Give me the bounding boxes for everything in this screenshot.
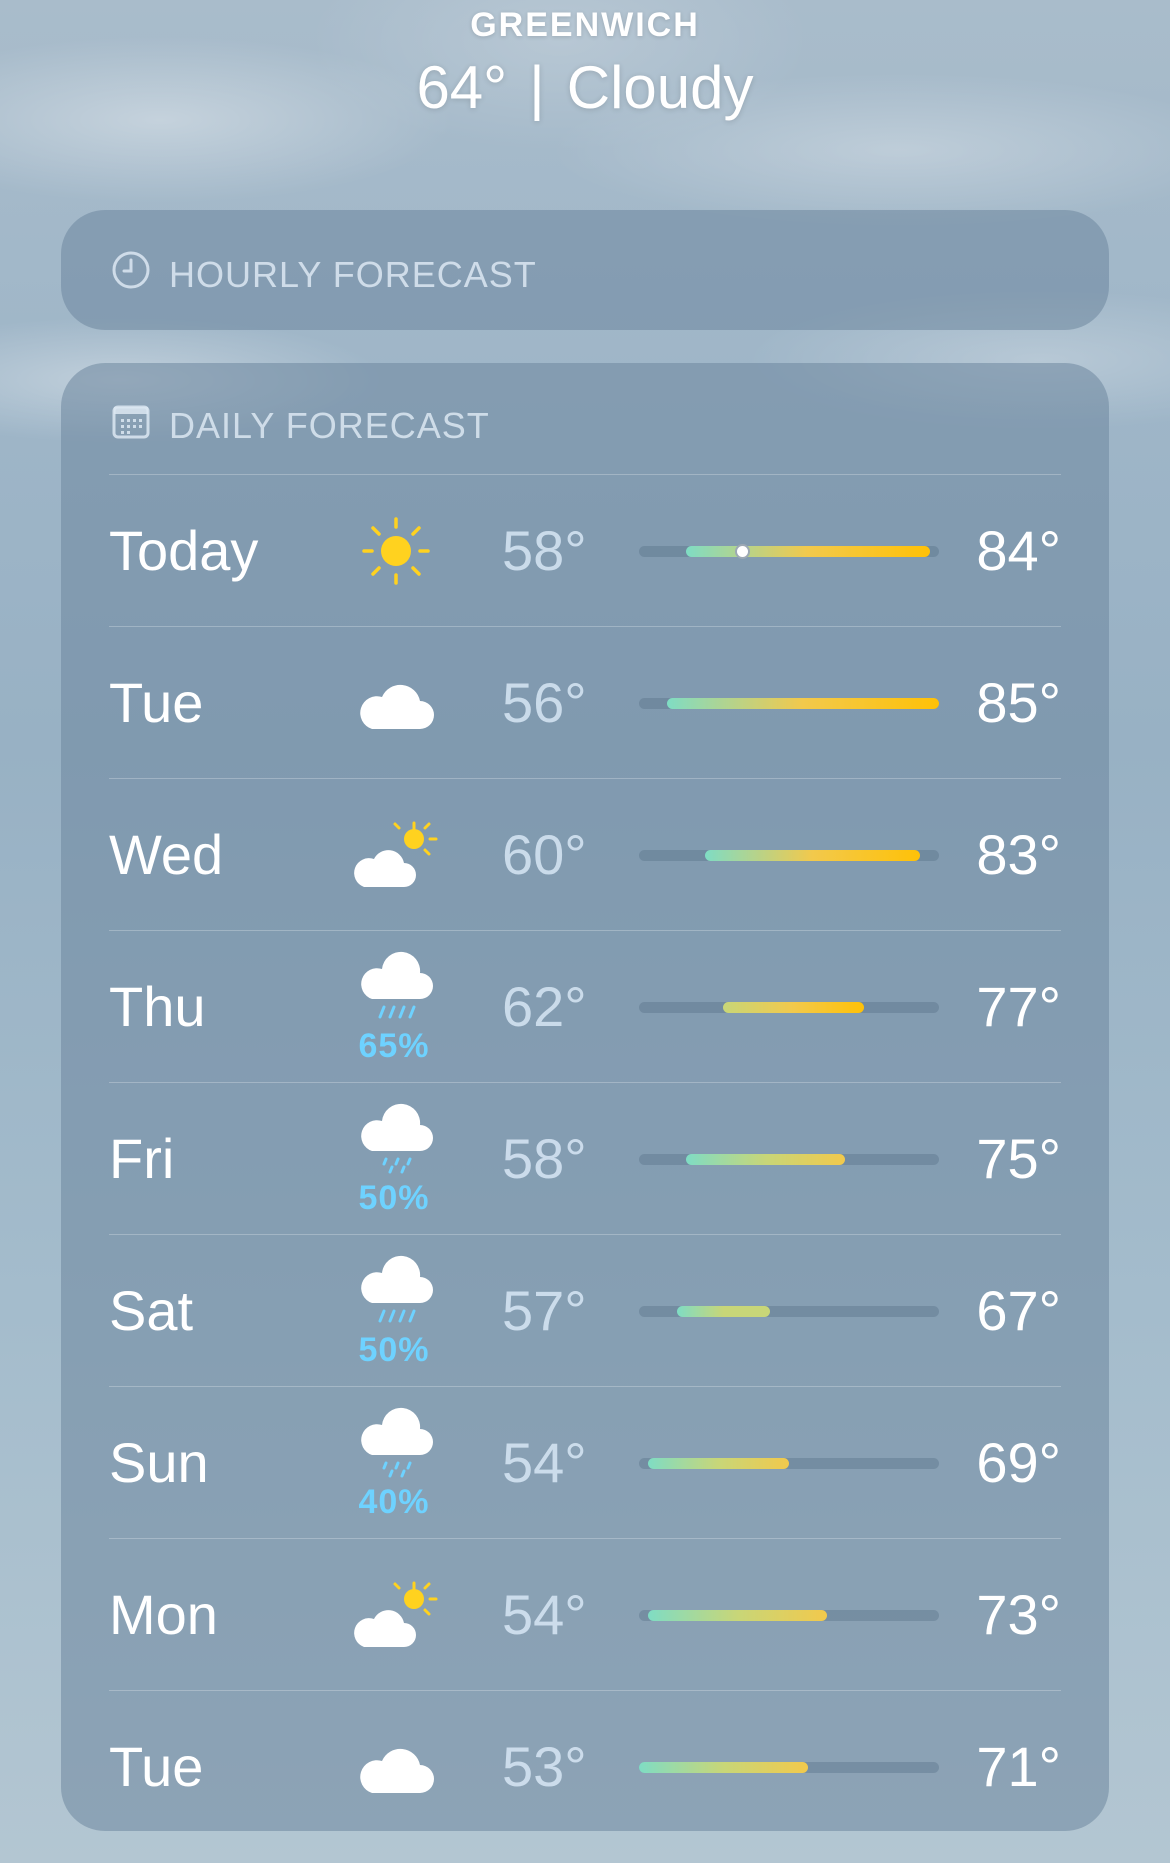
temperature-range-fill xyxy=(676,1306,771,1317)
high-temperature: 75° xyxy=(976,1127,1061,1190)
day-name: Fri xyxy=(109,1127,175,1190)
day-name: Today xyxy=(109,519,259,582)
sun-icon xyxy=(344,475,444,626)
precipitation-chance: 65% xyxy=(358,1027,430,1065)
day-name: Wed xyxy=(109,823,224,886)
cloud-rain-glyph xyxy=(361,951,433,1019)
low-temperature: 57° xyxy=(502,1279,587,1342)
calendar-icon xyxy=(111,401,151,450)
daily-forecast-title: DAILY FORECAST xyxy=(169,404,490,446)
hourly-forecast-title: HOURLY FORECAST xyxy=(169,253,537,295)
temperature-range-bar xyxy=(639,1154,939,1165)
temperature-range-fill xyxy=(685,546,930,557)
hourly-forecast-header: HOURLY FORECAST xyxy=(111,250,537,299)
cloud-rain-icon: 65% xyxy=(344,931,444,1082)
hourly-forecast-card[interactable]: HOURLY FORECAST xyxy=(61,210,1109,330)
current-temperature: 64° xyxy=(416,54,508,121)
day-row[interactable]: Wed 60° 83° xyxy=(109,778,1061,930)
temperature-range-fill xyxy=(704,850,921,861)
temperature-range-bar xyxy=(639,698,939,709)
current-summary: 64° | Cloudy xyxy=(0,53,1170,122)
temperature-range-bar xyxy=(639,1306,939,1317)
cloud-sun-icon xyxy=(344,779,444,930)
daily-forecast-card: DAILY FORECAST Today 58° 84° Tue 56° 85° Wed… xyxy=(61,363,1109,1831)
day-name: Sun xyxy=(109,1431,209,1494)
high-temperature: 73° xyxy=(976,1583,1061,1646)
day-row[interactable]: Sat 50% 57° 67° xyxy=(109,1234,1061,1386)
low-temperature: 58° xyxy=(502,519,587,582)
day-name: Tue xyxy=(109,671,204,734)
precipitation-chance: 40% xyxy=(358,1483,430,1521)
temperature-range-fill xyxy=(648,1458,789,1469)
temperature-range-fill xyxy=(667,698,939,709)
temperature-range-bar xyxy=(639,1610,939,1621)
temperature-range-bar xyxy=(639,1762,939,1773)
temperature-range-fill xyxy=(685,1154,846,1165)
day-row[interactable]: Tue 56° 85° xyxy=(109,626,1061,778)
high-temperature: 83° xyxy=(976,823,1061,886)
day-row[interactable]: Sun 40% 54° 69° xyxy=(109,1386,1061,1538)
cloud-sun-icon xyxy=(344,1539,444,1690)
high-temperature: 84° xyxy=(976,519,1061,582)
high-temperature: 67° xyxy=(976,1279,1061,1342)
cloud-sun-glyph xyxy=(354,1581,438,1647)
current-temperature-marker xyxy=(734,544,750,559)
day-row[interactable]: Mon 54° 73° xyxy=(109,1538,1061,1690)
temperature-range-bar xyxy=(639,850,939,861)
temperature-range-fill xyxy=(723,1002,864,1013)
day-row[interactable]: Tue 53° 71° xyxy=(109,1690,1061,1842)
precipitation-chance: 50% xyxy=(358,1331,430,1369)
temperature-range-bar xyxy=(639,1002,939,1013)
sun-glyph xyxy=(362,517,430,585)
location-header: GREENWICH 64° | Cloudy xyxy=(0,0,1170,122)
cloud-icon xyxy=(344,1691,444,1842)
day-row[interactable]: Fri 50% 58° 75° xyxy=(109,1082,1061,1234)
low-temperature: 53° xyxy=(502,1735,587,1798)
current-condition: Cloudy xyxy=(566,54,754,121)
day-name: Thu xyxy=(109,975,206,1038)
day-name: Mon xyxy=(109,1583,218,1646)
day-name: Tue xyxy=(109,1735,204,1798)
low-temperature: 60° xyxy=(502,823,587,886)
cloud-drizzle-icon: 50% xyxy=(344,1083,444,1234)
precipitation-chance: 50% xyxy=(358,1179,430,1217)
daily-forecast-list: Today 58° 84° Tue 56° 85° Wed 60° 83° Thu 65% 62… xyxy=(109,474,1061,1842)
cloud-glyph xyxy=(360,1748,434,1793)
low-temperature: 58° xyxy=(502,1127,587,1190)
low-temperature: 54° xyxy=(502,1583,587,1646)
low-temperature: 62° xyxy=(502,975,587,1038)
clock-icon xyxy=(111,250,151,299)
cloud-icon xyxy=(344,627,444,778)
day-name: Sat xyxy=(109,1279,194,1342)
cloud-rain-icon: 50% xyxy=(344,1235,444,1386)
high-temperature: 69° xyxy=(976,1431,1061,1494)
daily-forecast-header: DAILY FORECAST xyxy=(111,401,490,450)
cloud-drizzle-icon: 40% xyxy=(344,1387,444,1538)
city-name: GREENWICH xyxy=(470,6,700,44)
cloud-drizzle-glyph xyxy=(361,1407,433,1478)
temperature-range-bar xyxy=(639,544,939,559)
temperature-range-fill xyxy=(648,1610,827,1621)
cloud-sun-glyph xyxy=(354,821,438,887)
temperature-range-bar xyxy=(639,1458,939,1469)
day-row[interactable]: Today 58° 84° xyxy=(109,474,1061,626)
high-temperature: 85° xyxy=(976,671,1061,734)
low-temperature: 56° xyxy=(502,671,587,734)
summary-separator: | xyxy=(529,54,545,121)
high-temperature: 71° xyxy=(976,1735,1061,1798)
day-row[interactable]: Thu 65% 62° 77° xyxy=(109,930,1061,1082)
cloud-drizzle-glyph xyxy=(361,1103,433,1174)
low-temperature: 54° xyxy=(502,1431,587,1494)
temperature-range-fill xyxy=(639,1762,808,1773)
high-temperature: 77° xyxy=(976,975,1061,1038)
cloud-rain-glyph xyxy=(361,1255,433,1323)
cloud-glyph xyxy=(360,684,434,729)
